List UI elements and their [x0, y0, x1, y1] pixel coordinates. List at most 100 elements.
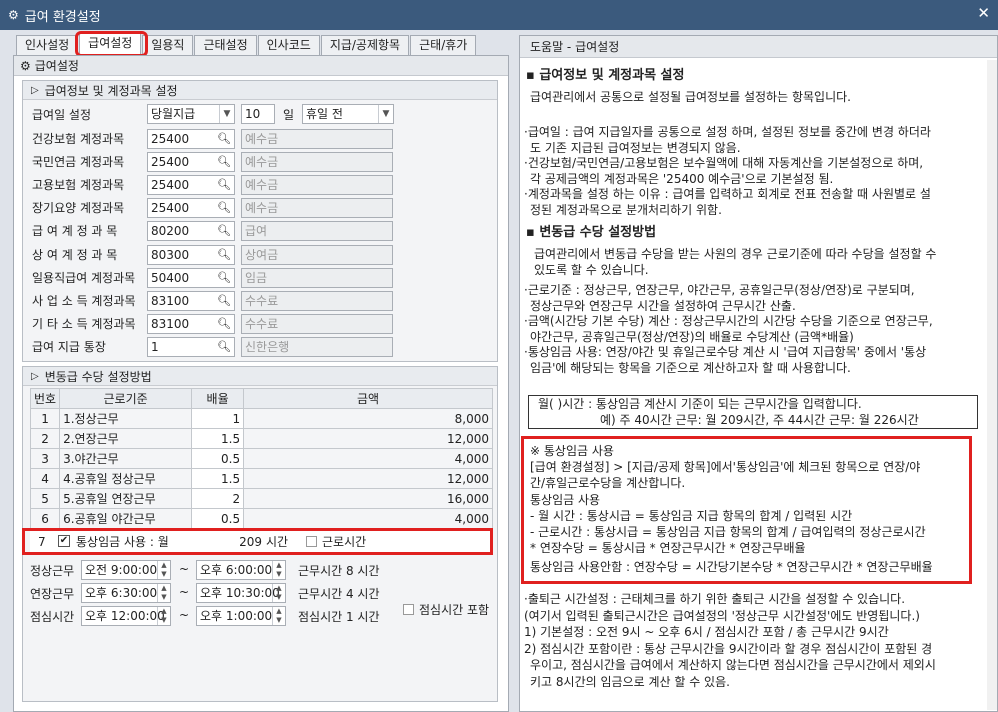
account-name-field: 예수금: [241, 129, 393, 149]
start-time-value: 오후 12:00:00: [85, 609, 165, 623]
hours-info: 근무시간 4 시간: [298, 587, 380, 601]
search-icon[interactable]: 🔍︎: [216, 247, 232, 263]
spinner-icon[interactable]: ▲ ▼: [157, 584, 170, 602]
account-code-input[interactable]: 25400 🔍︎: [147, 198, 235, 219]
account-code-input[interactable]: 25400 🔍︎: [147, 175, 235, 196]
start-time-input[interactable]: 오후 12:00:00 ▲ ▼: [81, 606, 171, 626]
tab-attendance-settings[interactable]: 근태설정: [194, 35, 257, 55]
work-type-cell: 1.정상근무: [59, 408, 193, 429]
holiday-rule-value: 휴일 전: [306, 107, 343, 121]
tilde: ~: [179, 585, 190, 599]
spinner-icon[interactable]: ▲ ▼: [157, 607, 170, 625]
start-time-input[interactable]: 오전 9:00:00 ▲ ▼: [81, 560, 171, 580]
help-text: 야간근무, 공휴일근무(정상/연장)의 배율로 수당계산 (금액*배율): [530, 329, 854, 344]
hours-info: 점심시간 1 시간: [298, 610, 380, 624]
tab-hr-code[interactable]: 인사코드: [257, 35, 320, 55]
account-code-value: 25400: [151, 132, 190, 146]
search-icon[interactable]: 🔍︎: [216, 154, 232, 170]
rate-cell[interactable]: 0.5: [191, 448, 245, 469]
tilde: ~: [179, 562, 190, 576]
title-bar: ⚙ 급여 환경설정 ✕: [0, 0, 998, 30]
search-icon[interactable]: 🔍︎: [216, 131, 232, 147]
help-text: 통상임금 사용: [530, 493, 601, 507]
table-row[interactable]: 4 4.공휴일 정상근무 1.5 12,000: [29, 468, 493, 489]
close-icon[interactable]: ✕: [977, 4, 990, 22]
lunch-include-checkbox[interactable]: [403, 604, 414, 615]
spinner-icon[interactable]: ▲ ▼: [272, 561, 285, 579]
account-name-value: 신한은행: [245, 339, 290, 354]
tab-attendance-leave[interactable]: 근태/휴가: [410, 35, 477, 55]
time-label: 점심시간: [30, 610, 75, 624]
help-text: (여기서 입력된 출퇴근시간은 급여설정의 '정상근무 시간설정'에도 반영됩니…: [524, 608, 920, 623]
account-code-input[interactable]: 25400 🔍︎: [147, 152, 235, 173]
rate-cell[interactable]: 1: [191, 408, 245, 429]
tab-daily-worker[interactable]: 일용직: [142, 35, 194, 55]
spinner-icon[interactable]: ▲ ▼: [157, 561, 170, 579]
pay-type-select[interactable]: 당월지급 ▼: [147, 104, 235, 124]
help-text: 있도록 할 수 있습니다.: [534, 262, 649, 277]
table-row[interactable]: 5 5.공휴일 연장근무 2 16,000: [29, 488, 493, 509]
account-code-input[interactable]: 1 🔍︎: [147, 336, 235, 357]
account-name-value: 임금: [245, 270, 268, 285]
table-row[interactable]: 2 2.연장근무 1.5 12,000: [29, 428, 493, 449]
group-title-text: 급여정보 및 계정과목 설정: [44, 83, 178, 98]
account-code-value: 1: [151, 339, 159, 354]
account-code-input[interactable]: 83100 🔍︎: [147, 313, 235, 334]
search-icon[interactable]: 🔍︎: [216, 200, 232, 216]
account-code-value: 25400: [151, 155, 190, 170]
end-time-input[interactable]: 오후 1:00:00 ▲ ▼: [196, 606, 286, 626]
work-type-cell: 5.공휴일 연장근무: [59, 488, 193, 509]
chevron-down-icon[interactable]: ▼: [219, 105, 234, 123]
end-time-input[interactable]: 오후 6:00:00 ▲ ▼: [196, 560, 286, 580]
group-title: ▷ 변동급 수당 설정방법: [23, 367, 497, 386]
account-code-input[interactable]: 83100 🔍︎: [147, 290, 235, 311]
account-name-field: 상여금: [241, 244, 393, 265]
rate-cell[interactable]: 1.5: [191, 468, 245, 489]
start-time-input[interactable]: 오후 6:30:00 ▲ ▼: [81, 583, 171, 603]
account-name-field: 예수금: [241, 175, 393, 196]
rate-cell[interactable]: 2: [191, 488, 245, 509]
search-icon[interactable]: 🔍︎: [216, 293, 232, 309]
account-code-input[interactable]: 50400 🔍︎: [147, 267, 235, 288]
account-label: 고용보험 계정과목: [32, 178, 125, 193]
account-code-input[interactable]: 25400 🔍︎: [147, 129, 235, 149]
panel-title: 급여설정: [34, 59, 79, 73]
tab-pay-deduction-items[interactable]: 지급/공제항목: [320, 35, 410, 55]
search-icon[interactable]: 🔍︎: [216, 177, 232, 193]
spinner-icon[interactable]: ▲ ▼: [272, 584, 285, 602]
amount-cell: 4,000: [243, 448, 493, 469]
row-number: 6: [29, 508, 61, 529]
search-icon[interactable]: 🔍︎: [216, 270, 232, 286]
payday-value: 10: [245, 107, 261, 121]
table-row[interactable]: 1 1.정상근무 1 8,000: [29, 408, 493, 429]
account-code-input[interactable]: 80200 🔍︎: [147, 221, 235, 242]
work-type-cell: 4.공휴일 정상근무: [59, 468, 193, 489]
account-label: 급 여 계 정 과 목: [32, 224, 118, 239]
help-text: ·계정과목을 설정 하는 이유 : 급여를 입력하고 회계로 전표 전송할 때 …: [524, 187, 931, 201]
rate-cell[interactable]: 0.5: [191, 508, 245, 529]
pay-type-value: 당월지급: [151, 107, 196, 121]
search-icon[interactable]: 🔍︎: [216, 316, 232, 332]
scrollbar[interactable]: [987, 60, 997, 710]
end-time-input[interactable]: 오후 10:30:00 ▲ ▼: [196, 583, 286, 603]
chevron-down-icon[interactable]: ▼: [378, 105, 393, 123]
hours-info: 근무시간 8 시간: [298, 564, 380, 578]
account-code-input[interactable]: 80300 🔍︎: [147, 244, 235, 265]
column-header: 금액: [243, 388, 493, 409]
account-name-value: 수수료: [245, 316, 279, 331]
help-text: [급여 환경설정] > [지급/공제 항목]에서'통상임금'에 체크된 항목으로…: [530, 460, 921, 474]
start-time-value: 오전 9:00:00: [85, 563, 158, 577]
column-header: 번호: [29, 388, 61, 409]
table-row[interactable]: 6 6.공휴일 야간근무 0.5 4,000: [29, 508, 493, 529]
help-text: 키고 8시간의 임금으로 계산 할 수 있음.: [530, 674, 730, 689]
spinner-icon[interactable]: ▲ ▼: [272, 607, 285, 625]
highlight-box: [75, 31, 148, 57]
payday-input[interactable]: 10: [241, 104, 275, 124]
amount-cell: 8,000: [243, 408, 493, 429]
holiday-rule-select[interactable]: 휴일 전 ▼: [302, 104, 394, 124]
search-icon[interactable]: 🔍︎: [216, 223, 232, 239]
rate-cell[interactable]: 1.5: [191, 428, 245, 449]
tab-hr-settings[interactable]: 인사설정: [16, 35, 79, 55]
table-row[interactable]: 3 3.야간근무 0.5 4,000: [29, 448, 493, 469]
search-icon[interactable]: 🔍︎: [216, 339, 232, 355]
